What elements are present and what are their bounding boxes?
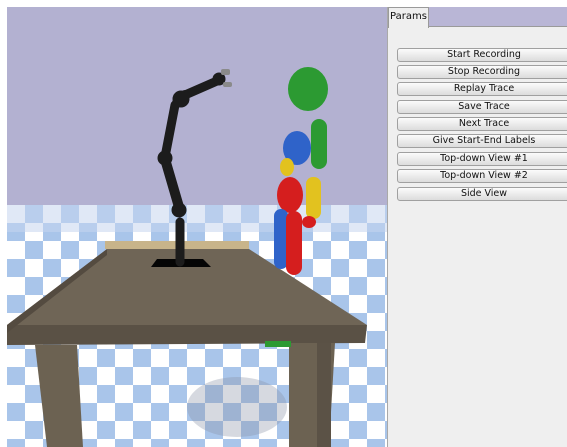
humanoid-hand	[302, 216, 316, 228]
humanoid-head	[288, 67, 328, 111]
table-leg-shading	[317, 343, 331, 447]
humanoid-thigh-right	[286, 211, 302, 275]
floor-shadow	[187, 377, 287, 437]
table-front-edge	[7, 325, 367, 345]
humanoid-pelvis	[277, 177, 303, 213]
stop-recording-button[interactable]: Stop Recording	[397, 65, 567, 79]
humanoid-thigh-left	[274, 209, 288, 269]
side-view-button[interactable]: Side View	[397, 187, 567, 201]
humanoid-lower-arm	[306, 177, 321, 219]
start-recording-button[interactable]: Start Recording	[397, 48, 567, 62]
params-panel: Params Start Recording Stop Recording Re…	[387, 7, 567, 447]
top-down-view-2-button[interactable]: Top-down View #2	[397, 169, 567, 183]
top-down-view-1-button[interactable]: Top-down View #1	[397, 152, 567, 166]
tab-params[interactable]: Params	[388, 7, 429, 28]
sky	[7, 7, 387, 207]
replay-trace-button[interactable]: Replay Trace	[397, 82, 567, 96]
tab-bar: Params	[388, 7, 567, 28]
3d-scene[interactable]	[7, 7, 387, 447]
save-trace-button[interactable]: Save Trace	[397, 100, 567, 114]
give-start-end-labels-button[interactable]: Give Start-End Labels	[397, 134, 567, 148]
humanoid-shoulder	[280, 158, 294, 176]
humanoid-upper-arm	[311, 119, 327, 169]
simulation-viewport[interactable]	[7, 7, 387, 447]
humanoid-foot	[265, 341, 291, 347]
next-trace-button[interactable]: Next Trace	[397, 117, 567, 131]
floor-perspective-overlay	[7, 205, 387, 232]
